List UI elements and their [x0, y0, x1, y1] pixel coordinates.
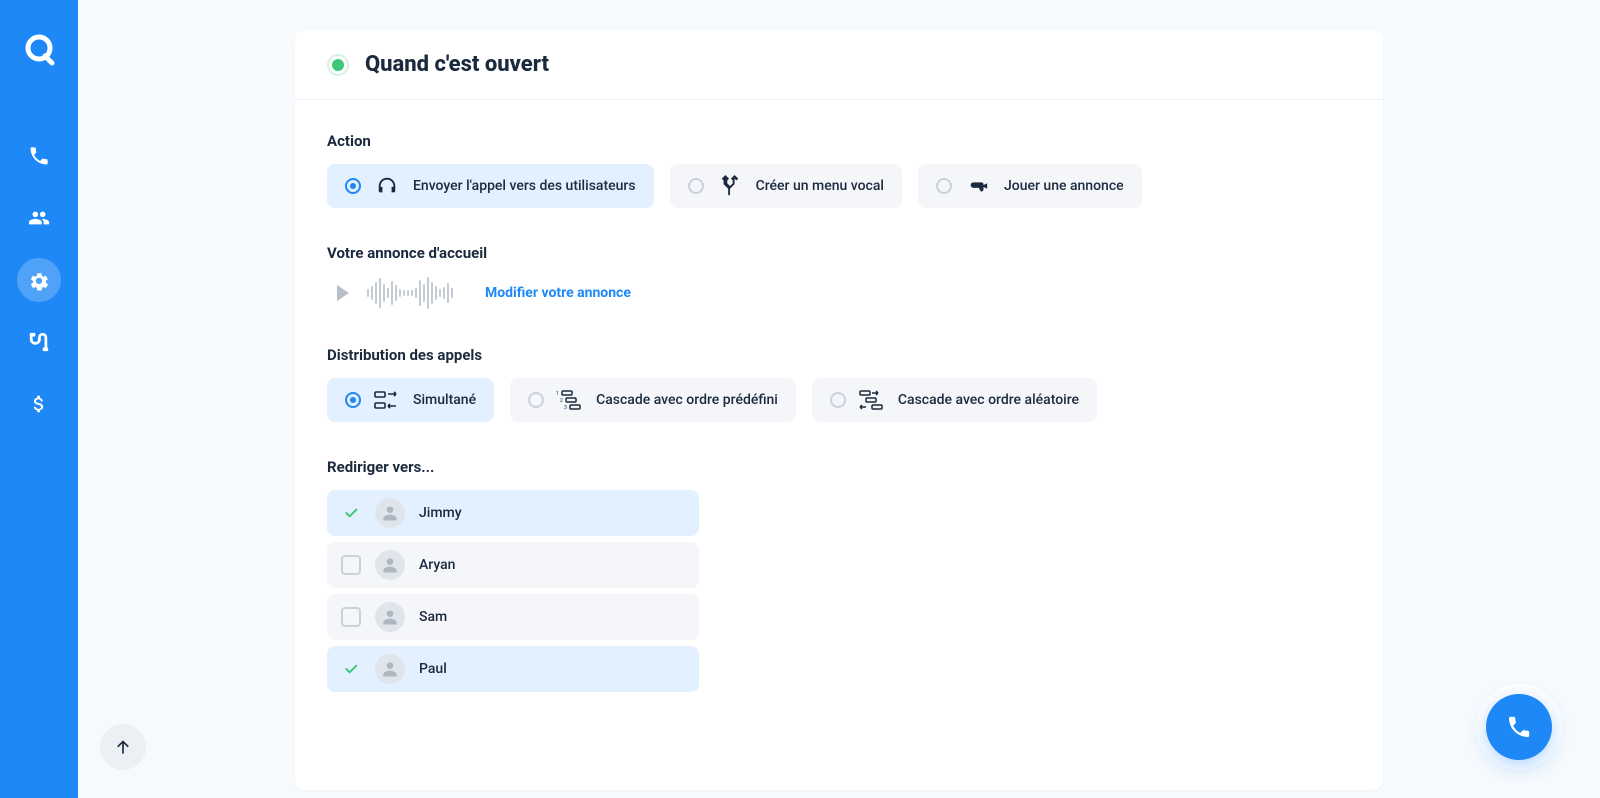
app-logo — [17, 28, 61, 72]
phone-icon — [1506, 714, 1532, 740]
radio-indicator — [345, 178, 361, 194]
card-title: Quand c'est ouvert — [365, 52, 549, 77]
ordered-cascade-icon: 123 — [556, 389, 584, 411]
option-label: Créer un menu vocal — [756, 178, 884, 194]
option-label: Cascade avec ordre aléatoire — [898, 392, 1079, 408]
radio-indicator — [830, 392, 846, 408]
distribution-options: Simultané 123 Cascade avec ordre prédéfi… — [327, 378, 1351, 422]
announcement-player: Modifier votre annonce — [327, 276, 1351, 310]
main-content: Quand c'est ouvert Action Envoyer l'appe… — [78, 0, 1600, 790]
user-row[interactable]: Aryan — [327, 542, 699, 588]
action-options: Envoyer l'appel vers des utilisateurs Cr… — [327, 164, 1351, 208]
nav-routing[interactable] — [17, 320, 61, 364]
person-icon — [380, 555, 400, 575]
random-cascade-icon — [858, 389, 886, 411]
settings-card: Quand c'est ouvert Action Envoyer l'appe… — [295, 30, 1383, 790]
checkbox — [341, 555, 361, 575]
check-icon — [343, 505, 359, 521]
nav-calls[interactable] — [17, 134, 61, 178]
user-name: Sam — [419, 609, 447, 625]
avatar — [375, 602, 405, 632]
nav-items — [17, 134, 61, 426]
svg-text:3: 3 — [564, 405, 567, 410]
arrow-up-icon — [113, 737, 133, 757]
section-redirect: Rediriger vers... Jimmy Aryan Sam Paul — [327, 458, 1351, 692]
distribution-option-ordered-cascade[interactable]: 123 Cascade avec ordre prédéfini — [510, 378, 796, 422]
scroll-top-button[interactable] — [100, 724, 146, 770]
radio-indicator — [528, 392, 544, 408]
section-action: Action Envoyer l'appel vers des utilisat… — [327, 132, 1351, 208]
checkbox — [341, 659, 361, 679]
user-list: Jimmy Aryan Sam Paul — [327, 490, 1351, 692]
dollar-icon — [28, 393, 50, 415]
checkbox — [341, 607, 361, 627]
svg-text:1: 1 — [556, 391, 559, 397]
headset-icon — [373, 175, 401, 197]
option-label: Cascade avec ordre prédéfini — [596, 392, 778, 408]
status-open-indicator — [327, 54, 349, 76]
parallel-icon — [373, 389, 401, 411]
distribution-label: Distribution des appels — [327, 346, 1351, 364]
checkbox — [341, 503, 361, 523]
users-icon — [28, 207, 50, 229]
sidebar — [0, 0, 78, 798]
avatar — [375, 550, 405, 580]
avatar — [375, 498, 405, 528]
card-body: Action Envoyer l'appel vers des utilisat… — [295, 100, 1383, 748]
phone-icon — [28, 145, 50, 167]
nav-settings[interactable] — [17, 258, 61, 302]
option-label: Jouer une annonce — [1004, 178, 1124, 194]
radio-indicator — [936, 178, 952, 194]
option-label: Envoyer l'appel vers des utilisateurs — [413, 178, 636, 194]
redirect-label: Rediriger vers... — [327, 458, 1351, 476]
user-row[interactable]: Jimmy — [327, 490, 699, 536]
user-row[interactable]: Sam — [327, 594, 699, 640]
distribution-option-simultaneous[interactable]: Simultané — [327, 378, 494, 422]
action-option-announcement[interactable]: Jouer une annonce — [918, 164, 1142, 208]
person-icon — [380, 607, 400, 627]
radio-indicator — [688, 178, 704, 194]
action-label: Action — [327, 132, 1351, 150]
distribution-option-random-cascade[interactable]: Cascade avec ordre aléatoire — [812, 378, 1097, 422]
user-name: Paul — [419, 661, 447, 677]
person-icon — [380, 659, 400, 679]
user-row[interactable]: Paul — [327, 646, 699, 692]
waveform-icon — [367, 276, 453, 310]
dial-fab[interactable] — [1486, 694, 1552, 760]
radio-indicator — [345, 392, 361, 408]
nav-billing[interactable] — [17, 382, 61, 426]
announcement-label: Votre annonce d'accueil — [327, 244, 1351, 262]
section-announcement: Votre annonce d'accueil Modifier votre a… — [327, 244, 1351, 310]
section-distribution: Distribution des appels Simultané 123 — [327, 346, 1351, 422]
megaphone-icon — [964, 175, 992, 197]
branch-icon — [716, 175, 744, 197]
action-option-voice-menu[interactable]: Créer un menu vocal — [670, 164, 902, 208]
user-name: Jimmy — [419, 505, 462, 521]
cable-icon — [28, 331, 50, 353]
nav-users[interactable] — [17, 196, 61, 240]
person-icon — [380, 503, 400, 523]
gear-icon — [28, 269, 50, 291]
play-button[interactable] — [337, 285, 349, 301]
logo-icon — [22, 33, 56, 67]
card-header: Quand c'est ouvert — [295, 30, 1383, 100]
option-label: Simultané — [413, 392, 476, 408]
action-option-send-to-users[interactable]: Envoyer l'appel vers des utilisateurs — [327, 164, 654, 208]
edit-announcement-link[interactable]: Modifier votre annonce — [485, 285, 631, 301]
svg-text:2: 2 — [560, 398, 563, 404]
avatar — [375, 654, 405, 684]
user-name: Aryan — [419, 557, 455, 573]
check-icon — [343, 661, 359, 677]
